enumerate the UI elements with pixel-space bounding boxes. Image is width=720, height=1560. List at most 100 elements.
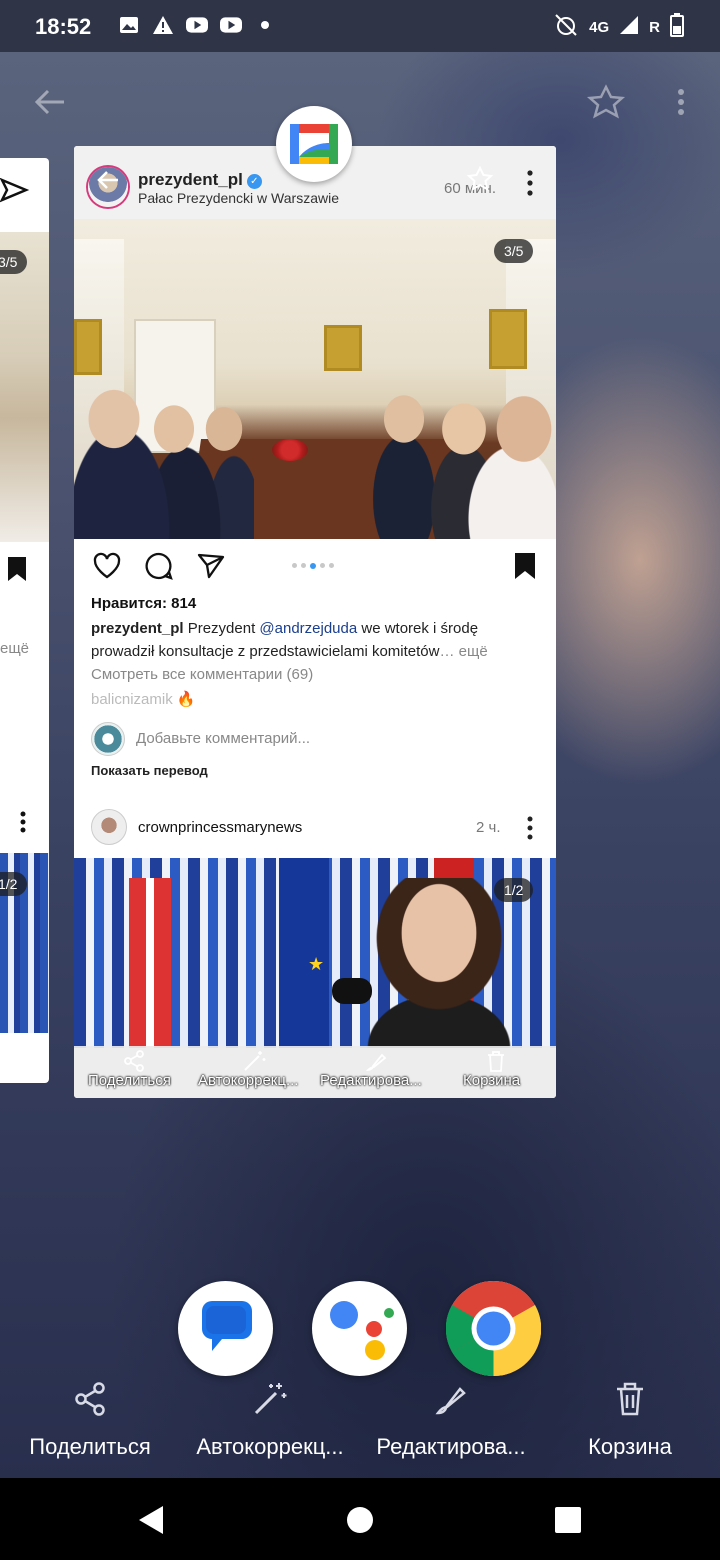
network-type: 4G [589, 18, 610, 36]
post-caption: prezydent_pl Prezydent @andrzejduda we w… [91, 617, 541, 663]
image-counter: 1/2 [0, 872, 28, 896]
image-counter: 3/5 [0, 250, 28, 274]
portrait-frame [74, 319, 102, 375]
likes-count[interactable]: Нравится: 814 [91, 595, 196, 612]
carousel-dot [329, 563, 334, 568]
add-comment-input[interactable]: Добавьте комментарий... [136, 730, 310, 747]
carousel-dots [292, 562, 334, 569]
dot-icon [254, 14, 276, 36]
caption-more-link[interactable]: … ещё [439, 643, 487, 660]
flowers [272, 439, 308, 461]
google-gallery-icon[interactable] [276, 106, 352, 182]
bookmark-icon [8, 557, 26, 581]
autocorrect-label: Автокоррекц... [196, 1434, 344, 1459]
autocorrect-button[interactable]: Автокоррекц... [198, 1072, 298, 1089]
microphone [332, 978, 372, 1004]
youtube-icon [220, 14, 242, 36]
caption-mention[interactable]: @andrzejduda [259, 620, 357, 637]
status-time: 18:52 [35, 14, 92, 39]
messages-icon [202, 1301, 252, 1351]
share-action[interactable]: Поделиться [12, 1380, 168, 1460]
status-bar: 18:52 4G R [0, 0, 720, 52]
more-vert-icon[interactable] [520, 814, 540, 842]
instagram-app-card[interactable]: prezydent_pl ✓ Pałac Prezydencki w Warsza… [74, 146, 556, 1098]
bookmark-icon[interactable] [510, 551, 540, 581]
post-location[interactable]: Pałac Prezydencki w Warszawie [138, 190, 339, 206]
arrow-back-icon [97, 171, 118, 189]
more-options-button[interactable] [666, 84, 696, 120]
carousel-dot [301, 563, 306, 568]
comment-preview: balicnizamik 🔥 [91, 691, 196, 708]
nav-recents-icon[interactable] [548, 1500, 588, 1540]
image-counter: 1/2 [494, 878, 534, 902]
battery-icon [670, 13, 684, 41]
star-icon: ★ [308, 954, 325, 974]
comment-icon[interactable] [144, 551, 174, 581]
edit-label: Редактирова... [376, 1434, 526, 1459]
more-vert-icon [20, 811, 26, 833]
back-button[interactable] [30, 84, 70, 120]
alarm-off-icon [553, 12, 579, 42]
magic-wand-icon [244, 1051, 266, 1071]
portrait-frame [489, 309, 527, 369]
caption-username[interactable]: prezydent_pl [91, 620, 184, 637]
google-assistant-icon [330, 1301, 394, 1360]
messages-app-icon[interactable] [178, 1281, 273, 1376]
magic-wand-icon [254, 1383, 287, 1415]
send-icon [0, 178, 30, 203]
star-icon [586, 84, 626, 119]
post-actions [74, 539, 556, 595]
flag [129, 878, 171, 1048]
post-photo[interactable]: ★ 1/2 [74, 858, 556, 1048]
gallery-icon [118, 14, 140, 36]
post-photo[interactable]: 3/5 [74, 219, 556, 539]
bottom-action-bar: Поделиться Автокоррекц... Редактирова...… [0, 1380, 720, 1490]
chrome-app-icon[interactable] [445, 1281, 542, 1377]
signal-icon [619, 15, 639, 39]
nav-back-icon[interactable] [131, 1500, 171, 1540]
previous-post-image [0, 232, 49, 542]
carousel-dot-active [310, 562, 316, 569]
roaming-label: R [649, 18, 660, 36]
brush-icon [365, 1053, 387, 1071]
post-time: 2 ч. [476, 819, 501, 836]
share-icon [75, 1382, 105, 1416]
share-icon [124, 1050, 144, 1072]
avatar[interactable] [91, 809, 127, 845]
post-username[interactable]: crownprincessmarynews [138, 819, 302, 836]
autocorrect-action[interactable]: Автокоррекц... [180, 1380, 360, 1460]
view-comments-link[interactable]: Смотреть все комментарии (69) [91, 666, 313, 683]
share-label: Поделиться [29, 1434, 151, 1459]
trash-action[interactable]: Корзина [568, 1380, 692, 1460]
nav-home-icon[interactable] [340, 1500, 380, 1540]
people-left [74, 389, 254, 539]
send-icon[interactable] [196, 551, 226, 581]
trash-button[interactable]: Корзина [463, 1072, 520, 1089]
heart-icon[interactable] [92, 551, 122, 581]
drive-warning-icon [152, 14, 174, 36]
trash-label: Корзина [588, 1434, 672, 1459]
navigation-bar [0, 1478, 720, 1560]
edit-action[interactable]: Редактирова... [362, 1380, 540, 1460]
avatar [91, 722, 125, 756]
share-button[interactable]: Поделиться [88, 1072, 171, 1089]
chrome-icon [445, 1281, 542, 1377]
previous-app-card[interactable]: 3/5 ещё 1/2 [0, 158, 49, 1083]
youtube-icon [186, 14, 208, 36]
carousel-dot [292, 563, 297, 568]
flag [279, 858, 329, 1048]
person [359, 878, 519, 1048]
show-translation-link[interactable]: Показать перевод [91, 763, 208, 778]
people-right [364, 379, 556, 539]
favorite-button[interactable] [586, 84, 626, 120]
overlay-edit-bar: Поделиться Автокоррекц... Редактирова...… [74, 1046, 556, 1098]
post-username[interactable]: prezydent_pl ✓ [138, 170, 262, 190]
more-text: ещё [0, 640, 30, 657]
more-vert-icon[interactable] [520, 166, 540, 200]
more-vert-icon [678, 89, 684, 115]
google-assistant-app-icon[interactable] [312, 1281, 407, 1376]
edit-button[interactable]: Редактирова... [320, 1072, 422, 1089]
star-icon [466, 166, 494, 191]
brush-icon [435, 1387, 466, 1415]
image-counter: 3/5 [494, 239, 534, 263]
